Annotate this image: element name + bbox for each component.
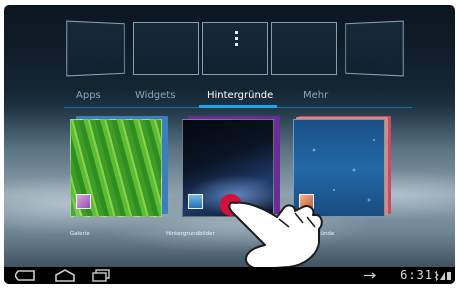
home-icon[interactable] bbox=[54, 269, 76, 282]
wallpaper-source-gallery[interactable] bbox=[70, 116, 168, 217]
status-icons bbox=[434, 271, 451, 281]
usb-icon bbox=[364, 272, 376, 279]
back-icon[interactable] bbox=[15, 269, 37, 282]
home-screen-preview-1[interactable] bbox=[66, 20, 125, 77]
tab-widgets[interactable]: Widgets bbox=[135, 90, 175, 101]
battery-icon bbox=[447, 272, 451, 280]
customize-tab-bar: Apps Widgets Hintergründe Mehr bbox=[4, 85, 455, 112]
home-screen-content-dots bbox=[235, 31, 238, 49]
active-tab-indicator bbox=[199, 105, 277, 108]
home-screen-preview-3[interactable] bbox=[202, 22, 268, 75]
recent-apps-icon[interactable] bbox=[91, 269, 111, 282]
home-screen-preview-5[interactable] bbox=[345, 20, 404, 77]
tap-gesture-hand-icon bbox=[220, 194, 323, 270]
gallery-icon bbox=[76, 194, 91, 209]
home-screen-preview-4[interactable] bbox=[271, 22, 337, 75]
wallpaper-source-label: Galerie bbox=[70, 231, 90, 237]
wallpapers-icon bbox=[188, 194, 203, 209]
home-screen-previews bbox=[64, 20, 404, 77]
tab-apps[interactable]: Apps bbox=[76, 90, 101, 101]
bluetooth-icon bbox=[434, 271, 439, 281]
launcher-customize-screen: Apps Widgets Hintergründe Mehr Galerie H… bbox=[4, 5, 455, 284]
tab-wallpapers[interactable]: Hintergründe bbox=[207, 90, 273, 101]
home-screen-preview-2[interactable] bbox=[133, 22, 199, 75]
wallpaper-source-label: Hintergrundbilder bbox=[166, 231, 215, 237]
status-clock: 6:31 bbox=[400, 268, 433, 282]
wifi-icon bbox=[440, 272, 445, 280]
system-navigation-bar: 6:31 bbox=[4, 267, 455, 284]
tab-more[interactable]: Mehr bbox=[303, 90, 328, 101]
